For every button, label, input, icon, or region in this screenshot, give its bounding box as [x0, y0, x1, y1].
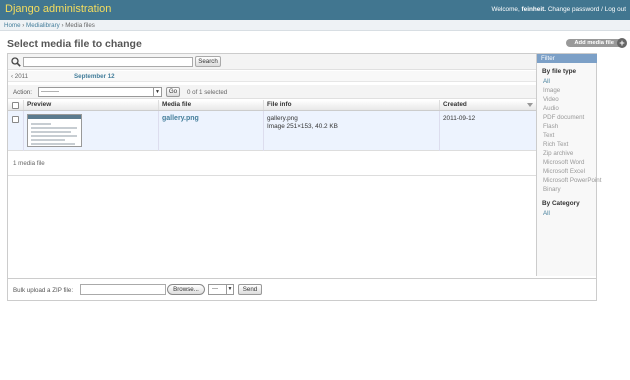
preview-cell [23, 111, 158, 151]
changelist-content: Search ‹ 2011 September 12 Action: -----… [8, 54, 536, 300]
filter-file-type-pdf[interactable]: PDF document [543, 114, 584, 121]
date-hierarchy: ‹ 2011 September 12 [8, 71, 536, 82]
send-button[interactable]: Send [238, 284, 262, 295]
filter-title: Filter [537, 54, 597, 63]
table-header: Preview Media file File info Created [8, 100, 536, 111]
category-select-value: --- [212, 286, 218, 292]
change-password-link[interactable]: Change password [548, 6, 600, 13]
file-info: gallery.png Image 251×153, 40.2 KB [267, 115, 338, 131]
user-tools: Welcome, feinheit. Change password / Log… [491, 6, 626, 13]
breadcrumb-current: Media files [65, 22, 95, 29]
search-input[interactable] [23, 57, 193, 67]
breadcrumb-home[interactable]: Home [4, 22, 21, 29]
select-all-checkbox[interactable] [12, 102, 19, 109]
chevron-down-icon: ▼ [226, 285, 233, 294]
username: feinheit. [521, 6, 547, 13]
column-header-media-file[interactable]: Media file [158, 100, 263, 110]
filter-file-type-binary[interactable]: Binary [543, 186, 561, 193]
preview-thumbnail[interactable] [27, 114, 82, 147]
chevron-down-icon: ▼ [153, 88, 161, 96]
filter-file-type-excel[interactable]: Microsoft Excel [543, 168, 585, 175]
filter-file-type-video[interactable]: Video [543, 96, 559, 103]
search-button[interactable]: Search [195, 56, 221, 67]
file-info-details: Image 251×153, 40.2 KB [267, 123, 338, 130]
filter-sidebar: Filter By file type All Image Video Audi… [536, 54, 601, 276]
page-title: Select media file to change [7, 38, 142, 50]
column-header-preview[interactable]: Preview [23, 100, 158, 110]
filter-file-type-all[interactable]: All [543, 78, 550, 85]
created-date: 2011-09-12 [443, 115, 476, 122]
breadcrumb-separator: › [22, 22, 25, 29]
bulk-upload-label: Bulk upload a ZIP file: [13, 287, 74, 294]
column-header-created[interactable]: Created [439, 100, 536, 110]
date-back-link[interactable]: ‹ 2011 [11, 73, 28, 80]
select-all-cell [8, 100, 23, 110]
paginator: 1 media file [13, 160, 45, 167]
action-counter: 0 of 1 selected [187, 89, 228, 96]
sort-descending-icon[interactable] [527, 103, 533, 107]
site-header: Django administration Welcome, feinheit.… [0, 0, 630, 20]
file-info-name: gallery.png [267, 115, 298, 122]
category-select[interactable]: --- ▼ [208, 284, 234, 295]
breadcrumb-medialibrary[interactable]: Medialibrary [26, 22, 60, 29]
filter-heading-category: By Category [542, 200, 580, 207]
column-header-file-info[interactable]: File info [263, 100, 439, 110]
media-file-cell: gallery.png [158, 111, 263, 151]
filter-file-type-flash[interactable]: Flash [543, 123, 558, 130]
breadcrumb: Home › Medialibrary › Media files [0, 20, 630, 31]
plus-icon: + [617, 38, 627, 48]
filter-file-type-image[interactable]: Image [543, 87, 560, 94]
logout-link[interactable]: Log out [605, 6, 626, 13]
filter-file-type-word[interactable]: Microsoft Word [543, 159, 585, 166]
changelist: Search ‹ 2011 September 12 Action: -----… [7, 53, 601, 301]
actions-bar: Action: --------- ▼ Go 0 of 1 selected [8, 85, 536, 99]
filter-file-type-powerpoint[interactable]: Microsoft PowerPoint [543, 177, 601, 184]
bulk-upload-bar: Bulk upload a ZIP file: Browse... --- ▼ … [8, 278, 596, 300]
add-media-file-button[interactable]: Add media file + [566, 38, 627, 48]
filter-file-type-text[interactable]: Text [543, 132, 554, 139]
welcome-text: Welcome, [491, 6, 520, 13]
filter-heading-file-type: By file type [542, 68, 577, 75]
file-info-cell: gallery.png Image 251×153, 40.2 KB [263, 111, 439, 151]
site-title[interactable]: Django administration [5, 3, 111, 15]
filter-file-type-audio[interactable]: Audio [543, 105, 559, 112]
column-header-created-label: Created [443, 101, 467, 108]
go-button[interactable]: Go [166, 87, 180, 97]
action-label: Action: [13, 89, 32, 96]
search-icon [11, 57, 21, 67]
add-media-file-label: Add media file [574, 40, 614, 46]
search-toolbar: Search [8, 54, 536, 70]
row-checkbox[interactable] [12, 116, 19, 123]
filter-file-type-rich-text[interactable]: Rich Text [543, 141, 568, 148]
table-row: gallery.png gallery.png Image 251×153, 4… [8, 111, 536, 151]
filter-file-type-zip[interactable]: Zip archive [543, 150, 573, 157]
filter-category-all[interactable]: All [543, 210, 550, 217]
row-select-cell [8, 111, 23, 151]
divider [8, 175, 536, 176]
created-cell: 2011-09-12 [439, 111, 536, 151]
action-select[interactable]: --------- ▼ [38, 87, 162, 97]
media-file-link[interactable]: gallery.png [162, 115, 199, 122]
action-select-value: --------- [41, 89, 59, 95]
user-tools-separator: / [601, 6, 603, 13]
breadcrumb-separator: › [61, 22, 64, 29]
zip-file-field[interactable] [80, 284, 166, 295]
date-current: September 12 [74, 73, 115, 80]
browse-button[interactable]: Browse... [167, 284, 205, 295]
